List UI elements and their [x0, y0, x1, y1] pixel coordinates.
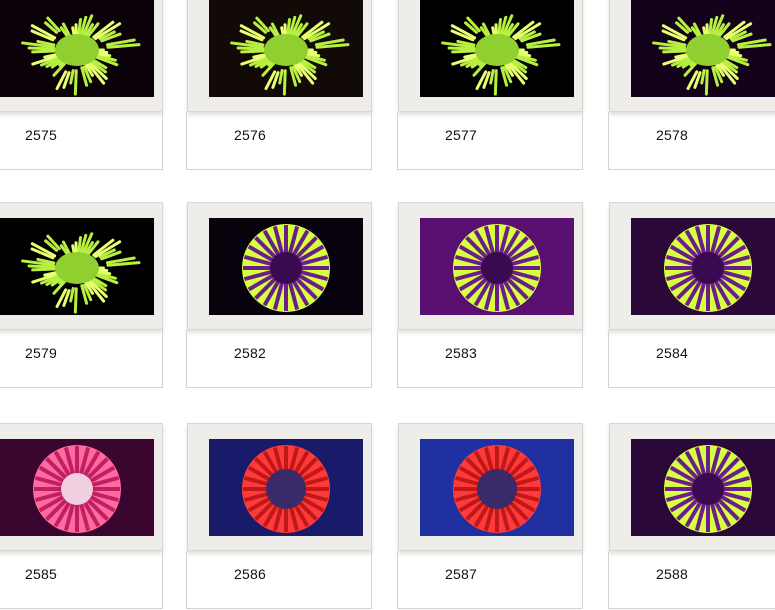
gallery-card[interactable]: 2586 [186, 423, 372, 609]
coral-photo[interactable] [0, 218, 154, 315]
coral-image [420, 0, 574, 97]
item-number-label[interactable]: 2587 [445, 566, 477, 582]
item-number-label[interactable]: 2575 [25, 127, 57, 143]
gallery-card[interactable]: 2588 [608, 423, 775, 609]
card-border [162, 551, 163, 609]
card-border [0, 169, 163, 170]
card-border [186, 551, 187, 609]
coral-photo[interactable] [420, 218, 574, 315]
card-border [609, 169, 775, 170]
card-border [608, 112, 609, 170]
gallery-card[interactable]: 2582 [186, 202, 372, 388]
coral-photo[interactable] [631, 218, 775, 315]
coral-image [209, 0, 363, 97]
card-border [397, 330, 398, 388]
gallery-card[interactable]: 2576 [186, 0, 372, 170]
card-border [371, 551, 372, 609]
coral-image [0, 439, 154, 536]
card-border [0, 608, 163, 609]
item-number-label[interactable]: 2584 [656, 345, 688, 361]
coral-photo[interactable] [209, 218, 363, 315]
photo-frame [187, 423, 372, 551]
card-border [187, 169, 372, 170]
card-border [608, 551, 609, 609]
item-number-label[interactable]: 2585 [25, 566, 57, 582]
coral-photo[interactable] [0, 439, 154, 536]
card-border [398, 608, 583, 609]
photo-frame [187, 202, 372, 330]
coral-photo[interactable] [420, 0, 574, 97]
gallery-card[interactable]: 2587 [397, 423, 583, 609]
coral-image [420, 218, 574, 315]
card-border [582, 112, 583, 170]
card-border [397, 551, 398, 609]
card-border [162, 330, 163, 388]
item-number-label[interactable]: 2577 [445, 127, 477, 143]
gallery-card[interactable]: 2583 [397, 202, 583, 388]
coral-image [209, 439, 363, 536]
card-border [187, 608, 372, 609]
coral-image [0, 218, 154, 315]
coral-image [631, 439, 775, 536]
coral-image [420, 439, 574, 536]
gallery-card[interactable]: 2578 [608, 0, 775, 170]
gallery-card[interactable]: 2584 [608, 202, 775, 388]
card-border [398, 387, 583, 388]
item-number-label[interactable]: 2582 [234, 345, 266, 361]
photo-frame [609, 423, 775, 551]
card-border [397, 112, 398, 170]
photo-frame [609, 0, 775, 112]
coral-photo[interactable] [0, 0, 154, 97]
photo-frame [609, 202, 775, 330]
card-border [582, 551, 583, 609]
photo-frame [398, 202, 583, 330]
photo-frame [187, 0, 372, 112]
item-number-label[interactable]: 2576 [234, 127, 266, 143]
card-border [187, 387, 372, 388]
coral-photo[interactable] [209, 0, 363, 97]
coral-gallery-grid: 2575 2576 2577 2578 2579 2582 2583 2584 2585 2586… [0, 0, 775, 610]
photo-frame [398, 423, 583, 551]
card-border [371, 112, 372, 170]
card-border [608, 330, 609, 388]
item-number-label[interactable]: 2586 [234, 566, 266, 582]
coral-photo[interactable] [420, 439, 574, 536]
photo-frame [0, 202, 163, 330]
coral-image [209, 218, 363, 315]
coral-image [631, 218, 775, 315]
item-number-label[interactable]: 2583 [445, 345, 477, 361]
coral-image [631, 0, 775, 97]
coral-photo[interactable] [631, 439, 775, 536]
item-number-label[interactable]: 2578 [656, 127, 688, 143]
card-border [186, 330, 187, 388]
card-border [609, 608, 775, 609]
coral-photo[interactable] [631, 0, 775, 97]
coral-image [0, 0, 154, 97]
coral-photo[interactable] [209, 439, 363, 536]
card-border [0, 387, 163, 388]
card-border [609, 387, 775, 388]
card-border [162, 112, 163, 170]
card-border [398, 169, 583, 170]
item-number-label[interactable]: 2579 [25, 345, 57, 361]
gallery-card[interactable]: 2575 [0, 0, 163, 170]
gallery-card[interactable]: 2577 [397, 0, 583, 170]
gallery-card[interactable]: 2585 [0, 423, 163, 609]
photo-frame [398, 0, 583, 112]
card-border [186, 112, 187, 170]
card-border [582, 330, 583, 388]
card-border [371, 330, 372, 388]
photo-frame [0, 423, 163, 551]
gallery-card[interactable]: 2579 [0, 202, 163, 388]
photo-frame [0, 0, 163, 112]
item-number-label[interactable]: 2588 [656, 566, 688, 582]
